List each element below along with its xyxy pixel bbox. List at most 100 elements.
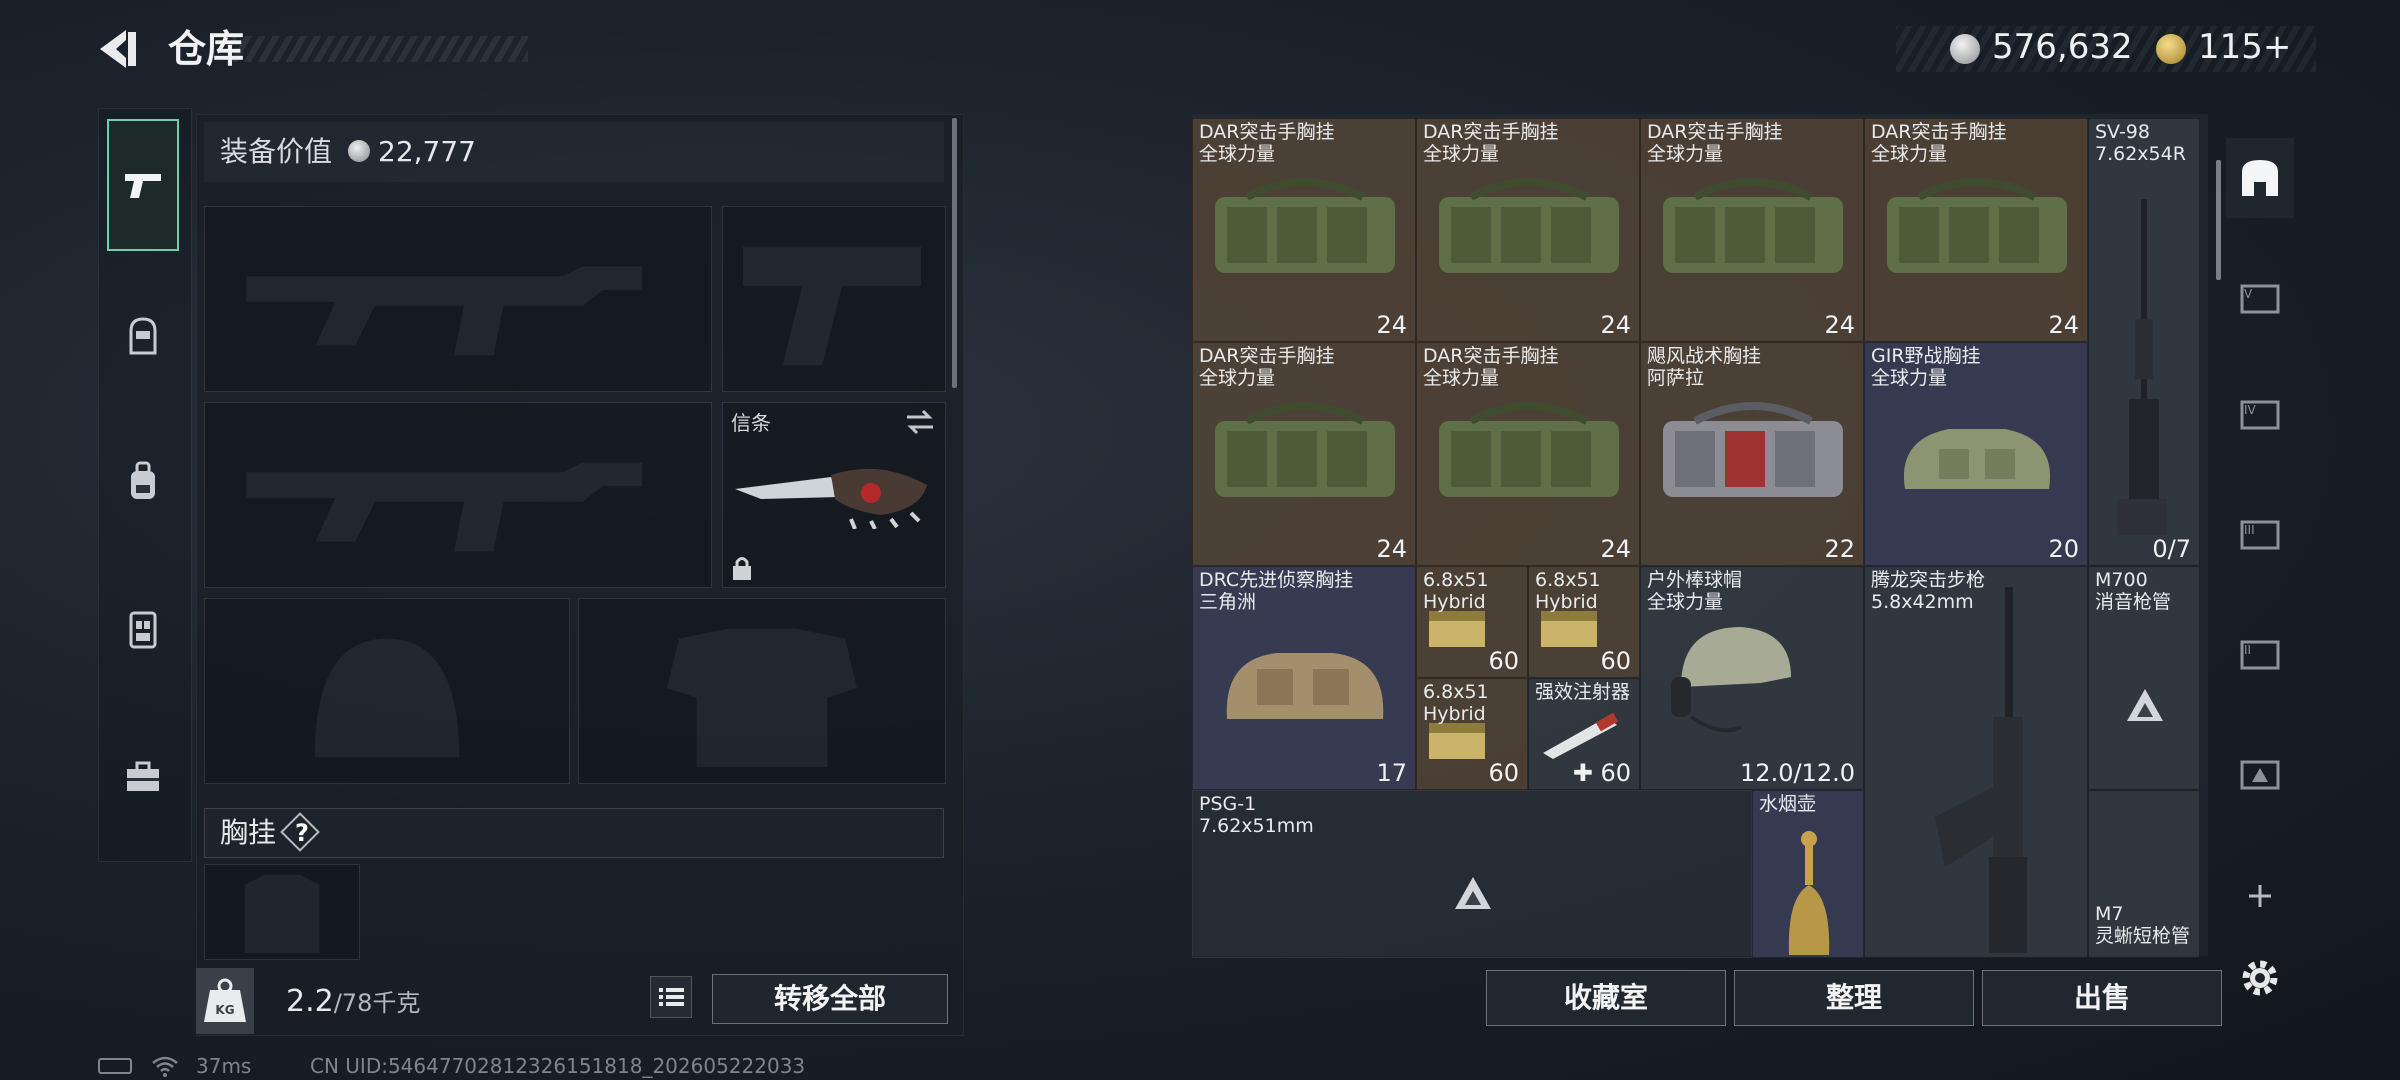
- stash-item[interactable]: DAR突击手胸挂 全球力量 24: [1640, 118, 1864, 342]
- chest-rig-slot[interactable]: [204, 864, 360, 960]
- stash-item[interactable]: DAR突击手胸挂 全球力量 24: [1192, 118, 1416, 342]
- item-count: 24: [1600, 311, 1631, 339]
- page-title: 仓库: [168, 27, 245, 71]
- back-arrow-icon: [100, 30, 136, 68]
- gold-balance[interactable]: 115+: [2198, 24, 2291, 70]
- tab-weapons[interactable]: [107, 119, 179, 251]
- item-name: 6.8x51 Hybrid: [1423, 569, 1489, 613]
- sniper-rifle-icon: [2117, 199, 2167, 535]
- stash-item[interactable]: DAR突击手胸挂 全球力量 24: [1864, 118, 2088, 342]
- svg-text:II: II: [2244, 643, 2251, 657]
- organize-button[interactable]: 整理: [1734, 970, 1974, 1026]
- rifle-silhouette-icon: [246, 462, 642, 552]
- stash-item[interactable]: GIR野战胸挂 全球力量 20: [1864, 342, 2088, 566]
- item-count: 60: [1488, 759, 1519, 787]
- tab-stash-iv[interactable]: IV: [2226, 374, 2294, 454]
- chest-rig-icon: [129, 611, 157, 649]
- armor-slot[interactable]: [578, 598, 946, 784]
- toolbox-icon: [127, 761, 159, 791]
- item-count: ✚ 60: [1572, 759, 1631, 787]
- stash-scrollbar[interactable]: [2216, 160, 2221, 280]
- tab-stash-main[interactable]: [2226, 138, 2294, 218]
- stash-item[interactable]: 6.8x51 Hybrid 60: [1416, 566, 1528, 678]
- pistol-icon: [125, 174, 161, 198]
- chest-rig-bag-icon: [1439, 178, 1619, 273]
- item-count: 20: [2048, 535, 2079, 563]
- stash-item[interactable]: PSG-1 7.62x51mm: [1192, 790, 1752, 958]
- weight-max: /78千克: [333, 989, 421, 1017]
- item-name: DAR突击手胸挂 全球力量: [1871, 121, 2007, 165]
- chest-rig-bag-icon: [1663, 178, 1843, 273]
- carry-weight: 2.2/78千克: [286, 982, 420, 1023]
- ping-readout: 37ms: [196, 1054, 252, 1078]
- knife-icon: [735, 468, 927, 529]
- stash-item[interactable]: M700 消音枪管: [2088, 566, 2200, 790]
- stash-item[interactable]: DRC先进侦察胸挂 三角洲 17: [1192, 566, 1416, 790]
- item-name: DAR突击手胸挂 全球力量: [1647, 121, 1783, 165]
- stash-item[interactable]: 强效注射器 ✚ 60: [1528, 678, 1640, 790]
- stash-item[interactable]: 水烟壶: [1752, 790, 1864, 958]
- stash-item[interactable]: M7 灵蜥短枪管: [2088, 790, 2200, 958]
- item-name: DAR突击手胸挂 全球力量: [1199, 121, 1335, 165]
- title-decoration: [232, 36, 528, 62]
- melee-slot-label: 信条: [731, 411, 771, 435]
- tab-backpack[interactable]: [107, 415, 179, 547]
- stash-item[interactable]: 6.8x51 Hybrid 60: [1528, 566, 1640, 678]
- stash-item[interactable]: DAR突击手胸挂 全球力量 24: [1416, 118, 1640, 342]
- tab-stash-iii[interactable]: III: [2226, 494, 2294, 574]
- weight-current: 2.2: [286, 984, 334, 1019]
- item-name: 户外棒球帽 全球力量: [1647, 569, 1743, 613]
- stash-item[interactable]: 飓风战术胸挂 阿萨拉 22: [1640, 342, 1864, 566]
- item-count: 22: [1824, 535, 1855, 563]
- weight-icon: KG: [196, 968, 254, 1034]
- add-stash-button[interactable]: [2226, 856, 2294, 936]
- item-count: 24: [1600, 535, 1631, 563]
- stash-item[interactable]: 腾龙突击步枪 5.8x42mm: [1864, 566, 2088, 958]
- item-name: DAR突击手胸挂 全球力量: [1423, 121, 1559, 165]
- item-count: 0/7: [2152, 535, 2191, 563]
- list-view-button[interactable]: [650, 976, 692, 1018]
- user-uid: CN UID:5464770281232615181​8_20260522203…: [310, 1054, 806, 1078]
- chest-rig-bag-icon: [1887, 178, 2067, 273]
- item-name: DAR突击手胸挂 全球力量: [1199, 345, 1335, 389]
- plus-icon: [2249, 885, 2271, 907]
- helmet-silhouette-icon: [314, 638, 460, 758]
- back-button[interactable]: [96, 24, 144, 74]
- tab-stash-i[interactable]: [2226, 734, 2294, 814]
- tab-toolbox[interactable]: [107, 711, 179, 843]
- item-count: 60: [1600, 647, 1631, 675]
- item-name: 6.8x51 Hybrid: [1423, 681, 1489, 725]
- tab-stash-v[interactable]: V: [2226, 258, 2294, 338]
- baseball-cap-icon: [1671, 627, 1791, 733]
- stash-tier-ii-icon: II: [2240, 640, 2280, 670]
- wifi-icon: [152, 1056, 178, 1077]
- sidearm-slot[interactable]: [722, 206, 946, 392]
- collection-room-button[interactable]: 收藏室: [1486, 970, 1726, 1026]
- primary-weapon-slot[interactable]: [204, 206, 712, 392]
- chest-rig-label: 胸挂: [220, 816, 277, 849]
- item-name: 水烟壶: [1759, 793, 1817, 815]
- vest-silhouette-icon: [244, 874, 320, 954]
- tab-stash-ii[interactable]: II: [2226, 614, 2294, 694]
- stash-item[interactable]: SV-98 7.62x54R 0/7: [2088, 118, 2200, 566]
- stash-item[interactable]: 6.8x51 Hybrid 60: [1416, 678, 1528, 790]
- loadout-scrollbar[interactable]: [952, 118, 957, 388]
- stash-item[interactable]: DAR突击手胸挂 全球力量 24: [1416, 342, 1640, 566]
- sell-button[interactable]: 出售: [1982, 970, 2222, 1026]
- tab-helmet[interactable]: [107, 269, 179, 401]
- transfer-all-button[interactable]: 转移全部: [712, 974, 948, 1024]
- stash-item[interactable]: 户外棒球帽 全球力量 12.0/12.0: [1640, 566, 1864, 790]
- lock-icon: [733, 557, 751, 580]
- melee-slot[interactable]: 信条: [722, 402, 946, 588]
- secondary-weapon-slot[interactable]: [204, 402, 712, 588]
- stash-grid: DAR突击手胸挂 全球力量 24 DAR突击手胸挂 全球力量 24 DAR突击手胸挂…: [1192, 118, 2206, 958]
- helmet-slot[interactable]: [204, 598, 570, 784]
- item-count: 60: [1488, 647, 1519, 675]
- settings-button[interactable]: [2226, 938, 2294, 1018]
- swap-icon[interactable]: [905, 409, 935, 435]
- category-tabs: [98, 108, 192, 862]
- item-name: 飓风战术胸挂 阿萨拉: [1647, 345, 1762, 389]
- backpack-icon: [131, 461, 155, 499]
- tab-chest-rig[interactable]: [107, 563, 179, 695]
- stash-item[interactable]: DAR突击手胸挂 全球力量 24: [1192, 342, 1416, 566]
